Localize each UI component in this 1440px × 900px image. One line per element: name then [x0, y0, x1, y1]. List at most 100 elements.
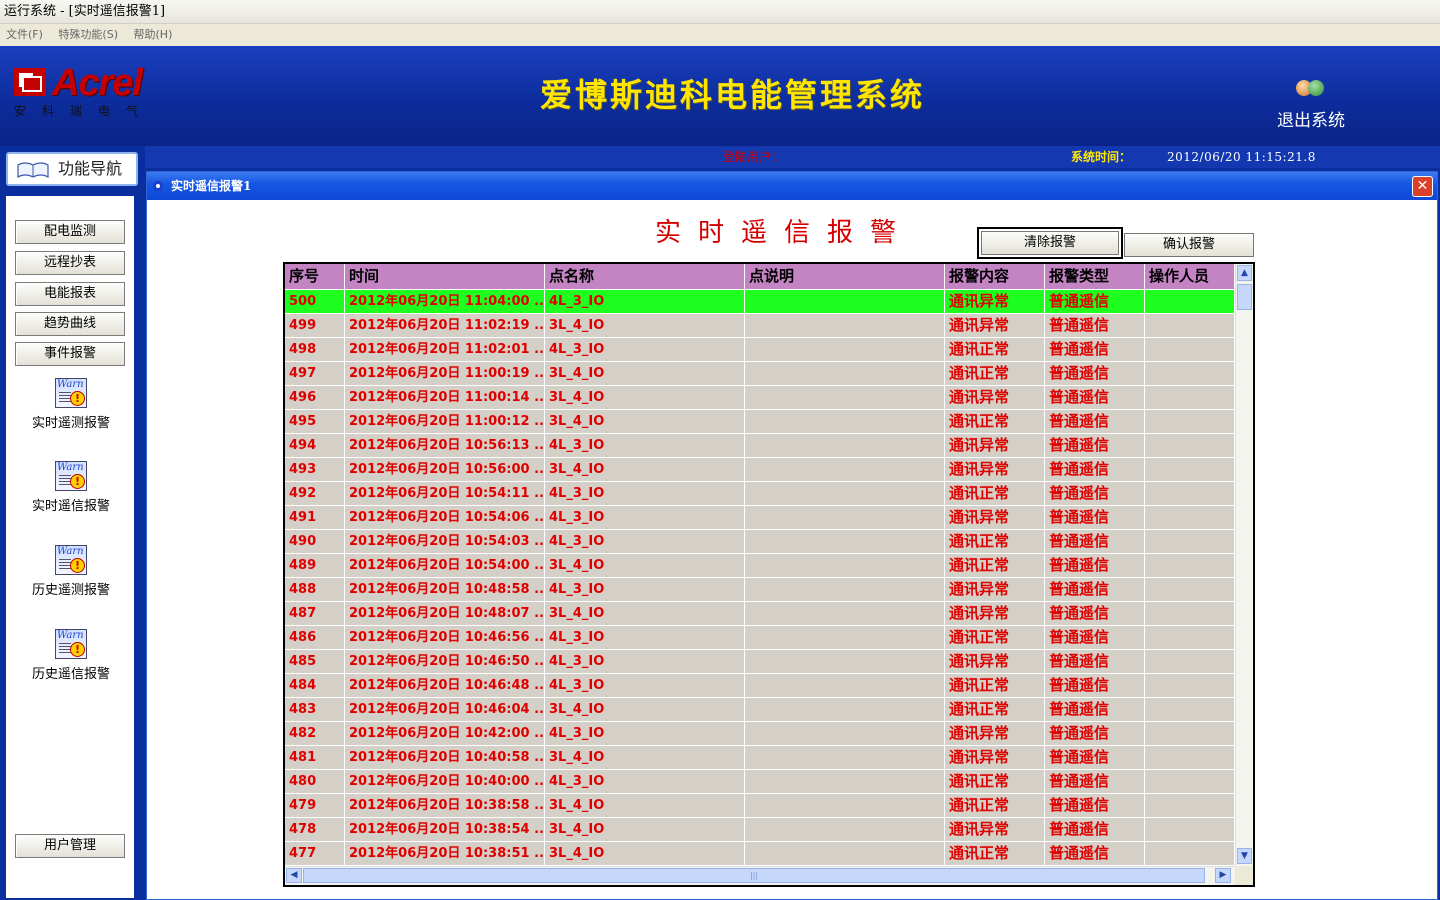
confirm-alarm-button[interactable]: 确认报警 [1124, 233, 1254, 257]
col-point-desc-cell [745, 434, 945, 458]
table-row[interactable]: 498 2012年06月20日 11:02:01 ... 4L_3_IO 通讯正常 普通… [285, 338, 1235, 362]
nav-trend-curve-button[interactable]: 趋势曲线 [15, 312, 125, 336]
col-time-header[interactable]: 时间 [345, 264, 545, 290]
col-time-cell: 2012年06月20日 10:38:51 ... [345, 842, 545, 866]
col-operator-header[interactable]: 操作人员 [1145, 264, 1235, 290]
table-row[interactable]: 495 2012年06月20日 11:00:12 ... 3L_4_IO 通讯正常 普通… [285, 410, 1235, 434]
menu-special[interactable]: 特殊功能(S) [58, 28, 118, 41]
col-alarm-content-cell: 通讯正常 [945, 338, 1045, 362]
col-alarm-type-cell: 普通遥信 [1045, 698, 1145, 722]
nav-history-telemetry-alarm[interactable]: Warn! 历史遥测报警 [16, 545, 126, 598]
col-alarm-content-cell: 通讯正常 [945, 530, 1045, 554]
nav-realtime-signal-alarm[interactable]: Warn! 实时遥信报警 [16, 461, 126, 514]
table-row[interactable]: 479 2012年06月20日 10:38:58 ... 3L_4_IO 通讯正常 普通… [285, 794, 1235, 818]
nav-realtime-signal-alarm-label: 实时遥信报警 [31, 499, 110, 514]
table-row[interactable]: 491 2012年06月20日 10:54:06 ... 4L_3_IO 通讯异常 普通… [285, 506, 1235, 530]
vertical-scroll-thumb[interactable] [1237, 284, 1252, 310]
col-alarm-type-cell: 普通遥信 [1045, 722, 1145, 746]
table-row[interactable]: 481 2012年06月20日 10:40:58 ... 3L_4_IO 通讯异常 普通… [285, 746, 1235, 770]
nav-power-monitor-button[interactable]: 配电监测 [15, 220, 125, 244]
col-index-cell: 478 [285, 818, 345, 842]
table-row[interactable]: 487 2012年06月20日 10:48:07 ... 3L_4_IO 通讯异常 普通… [285, 602, 1235, 626]
user-management-button[interactable]: 用户管理 [15, 834, 125, 858]
col-point-desc-cell [745, 554, 945, 578]
col-point-name-header[interactable]: 点名称 [545, 264, 745, 290]
col-alarm-type-cell: 普通遥信 [1045, 626, 1145, 650]
scroll-up-icon[interactable]: ▲ [1237, 265, 1252, 281]
col-alarm-type-cell: 普通遥信 [1045, 482, 1145, 506]
table-row[interactable]: 478 2012年06月20日 10:38:54 ... 3L_4_IO 通讯异常 普通… [285, 818, 1235, 842]
col-operator-cell [1145, 362, 1235, 386]
col-time-cell: 2012年06月20日 10:38:58 ... [345, 794, 545, 818]
col-index-cell: 493 [285, 458, 345, 482]
nav-energy-report-button[interactable]: 电能报表 [15, 282, 125, 306]
warning-icon: Warn! [55, 461, 87, 491]
nav-realtime-telemetry-alarm[interactable]: Warn! 实时遥测报警 [16, 378, 126, 431]
nav-event-alarm-button[interactable]: 事件报警 [15, 342, 125, 366]
col-time-cell: 2012年06月20日 10:42:00 ... [345, 722, 545, 746]
exit-button[interactable]: 退出系统 [1266, 80, 1356, 132]
menu-file[interactable]: 文件(F) [6, 28, 43, 41]
table-row[interactable]: 482 2012年06月20日 10:42:00 ... 4L_3_IO 通讯异常 普通… [285, 722, 1235, 746]
table-row[interactable]: 500 2012年06月20日 11:04:00 ... 4L_3_IO 通讯异常 普通… [285, 290, 1235, 314]
table-row[interactable]: 490 2012年06月20日 10:54:03 ... 4L_3_IO 通讯正常 普通… [285, 530, 1235, 554]
col-alarm-type-cell: 普通遥信 [1045, 674, 1145, 698]
col-operator-cell [1145, 698, 1235, 722]
sidebar: 功能导航 配电监测 远程抄表 电能报表 趋势曲线 事件报警 Warn! 实时遥测… [6, 148, 138, 900]
col-point-name-cell: 3L_4_IO [545, 602, 745, 626]
col-index-header[interactable]: 序号 [285, 264, 345, 290]
col-alarm-type-cell: 普通遥信 [1045, 818, 1145, 842]
col-alarm-type-cell: 普通遥信 [1045, 314, 1145, 338]
col-alarm-type-cell: 普通遥信 [1045, 770, 1145, 794]
col-point-desc-cell [745, 722, 945, 746]
table-row[interactable]: 480 2012年06月20日 10:40:00 ... 4L_3_IO 通讯正常 普通… [285, 770, 1235, 794]
nav-history-signal-alarm[interactable]: Warn! 历史遥信报警 [16, 629, 126, 682]
col-operator-cell [1145, 578, 1235, 602]
col-time-cell: 2012年06月20日 10:56:00 ... [345, 458, 545, 482]
col-point-name-cell: 4L_3_IO [545, 482, 745, 506]
col-point-name-cell: 3L_4_IO [545, 362, 745, 386]
col-alarm-content-header[interactable]: 报警内容 [945, 264, 1045, 290]
table-row[interactable]: 488 2012年06月20日 10:48:58 ... 4L_3_IO 通讯异常 普通… [285, 578, 1235, 602]
col-point-name-cell: 3L_4_IO [545, 386, 745, 410]
table-row[interactable]: 483 2012年06月20日 10:46:04 ... 3L_4_IO 通讯正常 普通… [285, 698, 1235, 722]
table-row[interactable]: 493 2012年06月20日 10:56:00 ... 3L_4_IO 通讯异常 普通… [285, 458, 1235, 482]
table-row[interactable]: 494 2012年06月20日 10:56:13 ... 4L_3_IO 通讯异常 普通… [285, 434, 1235, 458]
table-row[interactable]: 486 2012年06月20日 10:46:56 ... 4L_3_IO 通讯正常 普通… [285, 626, 1235, 650]
col-index-cell: 491 [285, 506, 345, 530]
col-point-desc-cell [745, 338, 945, 362]
table-row[interactable]: 499 2012年06月20日 11:02:19 ... 3L_4_IO 通讯异常 普通… [285, 314, 1235, 338]
app-title: 爱博斯迪科电能管理系统 [540, 76, 926, 114]
table-row[interactable]: 485 2012年06月20日 10:46:50 ... 4L_3_IO 通讯异常 普通… [285, 650, 1235, 674]
table-row[interactable]: 484 2012年06月20日 10:46:48 ... 4L_3_IO 通讯正常 普通… [285, 674, 1235, 698]
scroll-right-icon[interactable]: ▶ [1215, 868, 1231, 883]
col-time-cell: 2012年06月20日 10:40:58 ... [345, 746, 545, 770]
col-alarm-type-cell: 普通遥信 [1045, 410, 1145, 434]
vertical-scrollbar[interactable]: ▲ ▼ [1235, 264, 1253, 866]
col-point-name-cell: 3L_4_IO [545, 794, 745, 818]
col-operator-cell [1145, 530, 1235, 554]
table-row[interactable]: 477 2012年06月20日 10:38:51 ... 3L_4_IO 通讯正常 普通… [285, 842, 1235, 866]
close-icon[interactable]: ✕ [1412, 176, 1433, 197]
col-point-desc-cell [745, 746, 945, 770]
scroll-left-icon[interactable]: ◀ [286, 868, 302, 883]
scroll-down-icon[interactable]: ▼ [1237, 848, 1252, 864]
col-alarm-type-cell: 普通遥信 [1045, 554, 1145, 578]
horizontal-scrollbar[interactable]: ◀ ||| ▶ [285, 866, 1253, 885]
col-alarm-type-cell: 普通遥信 [1045, 458, 1145, 482]
horizontal-scroll-thumb[interactable]: ||| [303, 868, 1205, 883]
page-title: 实时遥信报警 [655, 218, 914, 248]
col-operator-cell [1145, 626, 1235, 650]
col-alarm-type-header[interactable]: 报警类型 [1045, 264, 1145, 290]
table-row[interactable]: 496 2012年06月20日 11:00:14 ... 3L_4_IO 通讯异常 普通… [285, 386, 1235, 410]
table-row[interactable]: 489 2012年06月20日 10:54:00 ... 3L_4_IO 通讯正常 普通… [285, 554, 1235, 578]
table-row[interactable]: 497 2012年06月20日 11:00:19 ... 3L_4_IO 通讯正常 普通… [285, 362, 1235, 386]
alarm-window-titlebar: 实时遥信报警1 [147, 172, 1437, 200]
menu-help[interactable]: 帮助(H) [134, 28, 173, 41]
nav-remote-meter-button[interactable]: 远程抄表 [15, 251, 125, 275]
col-point-desc-header[interactable]: 点说明 [745, 264, 945, 290]
col-point-name-cell: 3L_4_IO [545, 842, 745, 866]
table-row[interactable]: 492 2012年06月20日 10:54:11 ... 4L_3_IO 通讯正常 普通… [285, 482, 1235, 506]
alarm-window: 实时遥信报警1 ✕ 实时遥信报警 清除报警 确认报警 序号 时间 点名称 点说明 报警内… [146, 171, 1438, 900]
clear-alarm-button[interactable]: 清除报警 [977, 227, 1123, 259]
